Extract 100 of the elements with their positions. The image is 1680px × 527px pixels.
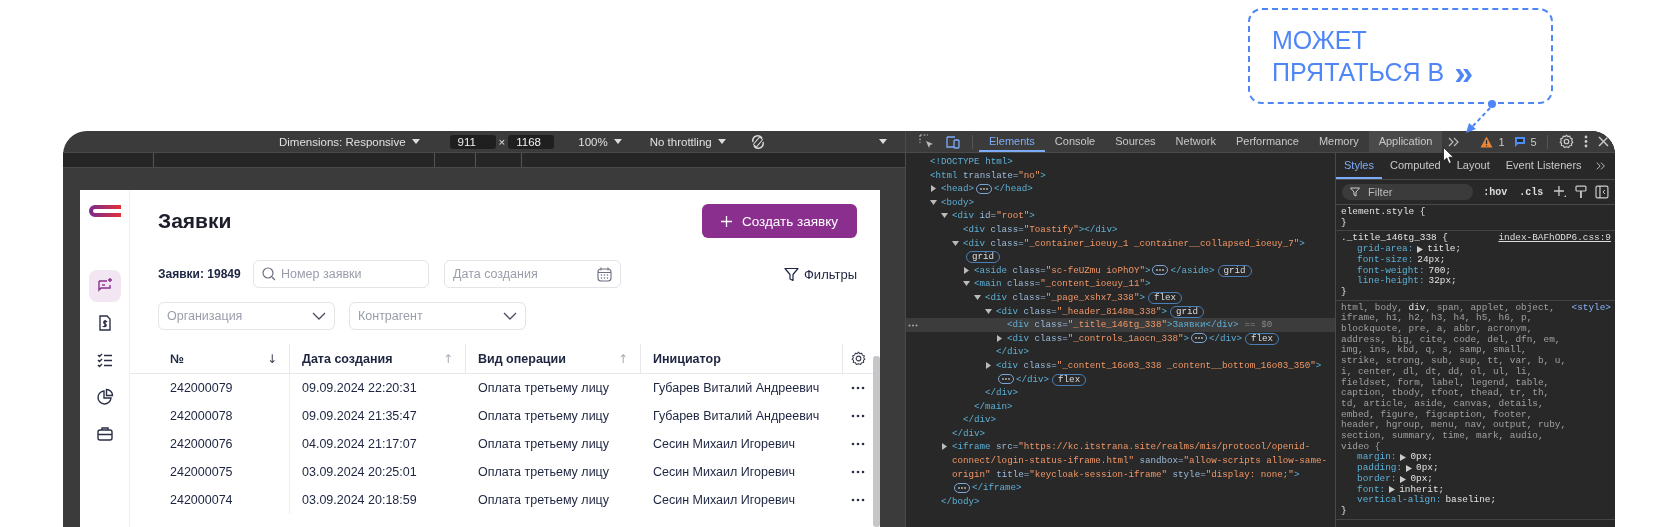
more-icon[interactable]	[851, 386, 865, 390]
styles-pane-tab[interactable]: Event Listeners	[1497, 153, 1590, 179]
disclosure-triangle-icon[interactable]	[930, 198, 937, 206]
dom-tree-row[interactable]: <head> </head>	[906, 182, 1335, 196]
dom-tree-row[interactable]: <div class="_title_146tg_338">Заявки</div> == $0	[906, 318, 1335, 332]
device-toolbar-icon[interactable]	[945, 133, 961, 150]
more-icon[interactable]	[851, 414, 865, 418]
class-toggle[interactable]: .cls	[1517, 186, 1546, 198]
filters-button[interactable]: Фильтры	[784, 266, 857, 282]
dom-tree-row[interactable]: <div class="_content_16o03_338 _content__bottom_16o03_350"> </div> flex	[906, 358, 1335, 387]
styles-pane-tab[interactable]: Styles	[1336, 153, 1382, 179]
dom-tree-row[interactable]: </div>	[906, 386, 1335, 400]
devtools-tab[interactable]: Memory	[1308, 131, 1369, 152]
disclosure-triangle-icon[interactable]	[952, 239, 959, 247]
dom-node-code: </div>	[952, 426, 986, 441]
zoom-dropdown[interactable]: 100%	[578, 135, 608, 148]
select-field[interactable]: Организация	[158, 302, 335, 330]
width-field[interactable]: 911	[449, 134, 496, 149]
create-request-button[interactable]: Создать заявку	[702, 204, 857, 238]
caret-icon[interactable]	[879, 138, 887, 145]
rotate-icon[interactable]	[749, 133, 766, 150]
close-icon[interactable]	[1597, 136, 1609, 147]
inspect-element-icon[interactable]	[919, 133, 935, 150]
height-field[interactable]: 1168	[508, 134, 555, 149]
more-icon[interactable]	[851, 498, 865, 502]
disclosure-triangle-icon[interactable]	[941, 212, 948, 220]
devtools-tab[interactable]: Sources	[1105, 131, 1166, 152]
warning-icon[interactable]	[1480, 135, 1494, 148]
dom-tree-row[interactable]: <div class="_header_8148m_338"> grid	[906, 304, 1335, 319]
dom-tree-row[interactable]: <main class="_content_ioeuy_11">	[906, 277, 1335, 291]
disclosure-triangle-icon[interactable]	[963, 266, 970, 274]
column-header[interactable]: Дата создания	[302, 351, 393, 366]
kebab-menu-icon[interactable]	[1583, 135, 1588, 148]
chevron-down-icon	[503, 312, 517, 320]
select-field[interactable]: Контрагент	[349, 302, 526, 330]
dom-tree-row[interactable]: </main>	[906, 399, 1335, 414]
more-icon[interactable]	[851, 442, 865, 446]
dom-node-code: <main class="_content_ioeuy_11">	[974, 277, 1151, 291]
stylesheet-link[interactable]: index-BAFhODP6.css:9	[1498, 233, 1611, 245]
message-icon[interactable]	[1513, 135, 1526, 148]
search-field[interactable]: Номер заявки	[281, 267, 420, 281]
css-property-value: 0px;	[1410, 452, 1433, 464]
css-property-name: font-weight:	[1357, 265, 1425, 276]
dom-tree-row[interactable]: <body>	[906, 195, 1335, 210]
more-tabs-icon[interactable]	[1594, 161, 1607, 171]
search-field[interactable]: Номер заявки	[253, 260, 429, 288]
dom-tree-row[interactable]: <div class="_page_xshx7_338"> flex	[906, 290, 1335, 305]
select-field[interactable]: Организация	[167, 309, 307, 323]
css-property-name: font:	[1357, 484, 1386, 495]
collapsed-content-icon[interactable]	[998, 374, 1014, 385]
collapsed-content-icon[interactable]	[1191, 333, 1207, 344]
dom-tree-row[interactable]: <!DOCTYPE html>	[906, 155, 1335, 169]
scrollbar-thumb[interactable]	[873, 356, 880, 527]
disclosure-triangle-icon[interactable]	[941, 443, 948, 451]
hover-state-toggle[interactable]: :hov	[1481, 186, 1510, 198]
disclosure-triangle-icon[interactable]	[985, 307, 992, 315]
devtools-tab[interactable]: Application	[1368, 131, 1443, 152]
date-field[interactable]: Дата создания	[444, 260, 621, 288]
column-header[interactable]: Вид операции	[478, 351, 566, 366]
dom-tree-row[interactable]: <div class="Toastify"></div>	[906, 222, 1335, 237]
dom-tree-row[interactable]: <aside class="sc-feUZmu ioPhOY"> </aside> grid	[906, 263, 1335, 278]
column-header[interactable]: №	[170, 351, 184, 366]
devtools-tab[interactable]: Console	[1044, 131, 1106, 152]
dom-tree-row[interactable]: <div id="root">	[906, 209, 1335, 223]
dom-tree-row[interactable]: <html translate="no">	[906, 168, 1335, 183]
page-title: Заявки	[158, 209, 232, 233]
collapsed-content-icon[interactable]	[976, 183, 993, 194]
filter-field[interactable]: Filter	[1368, 186, 1448, 198]
devtools-tab[interactable]: Elements	[979, 131, 1045, 152]
date-field[interactable]: Дата создания	[453, 267, 592, 281]
checklist-icon	[95, 351, 114, 369]
disclosure-triangle-icon[interactable]	[963, 280, 970, 288]
disclosure-triangle-icon[interactable]	[996, 334, 1003, 342]
throttling-dropdown[interactable]: No throttling	[649, 135, 712, 148]
dom-tree-row[interactable]: </div>	[906, 413, 1335, 427]
devtools-tab[interactable]: Performance	[1225, 131, 1309, 152]
disclosure-triangle-icon[interactable]	[930, 185, 937, 193]
column-header[interactable]: Инициатор	[653, 351, 721, 366]
filter-field[interactable]: Filter	[1342, 184, 1474, 200]
sort-toggle[interactable]: ↓	[266, 351, 277, 366]
more-icon[interactable]	[851, 470, 865, 474]
css-property-value: 32px;	[1428, 276, 1457, 287]
paint-roller-icon[interactable]	[1575, 185, 1588, 199]
stylesheet-link[interactable]: <style>	[1571, 302, 1611, 453]
new-rule-icon[interactable]	[1553, 185, 1568, 199]
settings-icon[interactable]	[850, 351, 866, 366]
disclosure-triangle-icon[interactable]	[985, 361, 992, 369]
dimensions-dropdown[interactable]: Dimensions: Responsive	[279, 135, 406, 148]
table-cell: Сесин Михаил Игоревич	[653, 437, 796, 451]
dom-tree-row[interactable]: </body>	[906, 494, 1335, 509]
dom-tree-row[interactable]: </div>	[906, 426, 1335, 441]
sidebar-toggle-icon[interactable]	[1595, 185, 1609, 199]
collapsed-content-icon[interactable]	[1152, 265, 1169, 276]
disclosure-triangle-icon[interactable]	[974, 293, 981, 301]
dom-tree-row[interactable]: </div>	[906, 345, 1335, 359]
expand-triangle-icon[interactable]	[1417, 245, 1424, 253]
dom-tree-row[interactable]: <div class="_controls_1aocn_338"> </div> flex	[906, 331, 1335, 346]
collapsed-content-icon[interactable]	[954, 482, 970, 493]
select-field[interactable]: Контрагент	[358, 309, 498, 323]
devtools-tab[interactable]: Network	[1165, 131, 1226, 152]
